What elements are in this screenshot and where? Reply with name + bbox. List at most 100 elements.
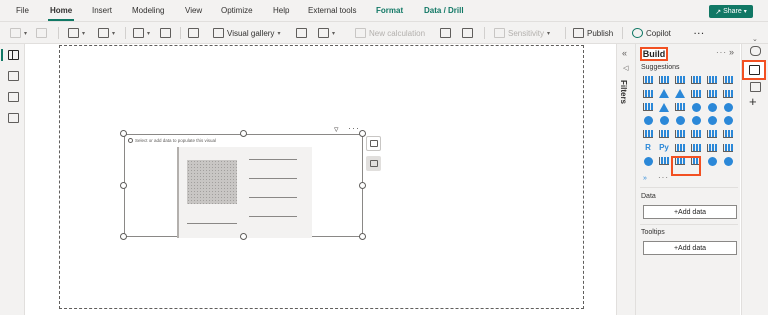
dataverse-button[interactable] (462, 26, 473, 40)
smart-narrative-icon[interactable] (721, 142, 735, 154)
paste-button[interactable]: ▾ (10, 26, 27, 40)
build-visual-float-button[interactable] (366, 136, 381, 151)
build-more-options[interactable]: ··· (716, 48, 727, 57)
recent-sources-button[interactable]: ▾ (98, 26, 115, 40)
multi-row-card-icon[interactable] (657, 128, 671, 140)
stacked-column-chart-icon[interactable] (657, 74, 671, 86)
report-view-icon[interactable] (8, 50, 19, 60)
map-icon[interactable] (641, 115, 655, 127)
text-box-button[interactable] (296, 26, 307, 40)
visual-gallery-button[interactable]: Visual gallery ▾ (213, 26, 280, 40)
transform-data-button[interactable]: ▾ (133, 26, 150, 40)
line-chart-icon[interactable] (641, 88, 655, 100)
line-stacked-column-chart-icon[interactable] (705, 88, 719, 100)
pie-chart-icon[interactable] (689, 101, 703, 113)
collapse-pane-icon[interactable]: » (729, 47, 734, 57)
resize-handle[interactable] (120, 130, 127, 137)
stacked-area-chart-icon[interactable] (673, 88, 687, 100)
resize-handle[interactable] (120, 233, 127, 240)
arcgis-map-icon[interactable] (705, 115, 719, 127)
resize-handle[interactable] (120, 182, 127, 189)
more-visuals-dots[interactable]: ··· (658, 173, 669, 182)
chevron-down-icon[interactable]: ⌄ (752, 35, 758, 43)
waterfall-chart-icon[interactable] (641, 101, 655, 113)
resize-handle[interactable] (240, 130, 247, 137)
clustered-column-chart-icon[interactable] (689, 74, 703, 86)
filled-map-icon[interactable] (657, 115, 671, 127)
refresh-button[interactable] (160, 26, 171, 40)
power-automate-icon[interactable] (721, 155, 735, 167)
clustered-bar-chart-icon[interactable] (673, 74, 687, 86)
menu-optimize[interactable]: Optimize (221, 6, 253, 15)
add-pane-icon[interactable]: + (749, 94, 757, 109)
more-visuals-button[interactable]: ▾ (318, 26, 335, 40)
menu-insert[interactable]: Insert (92, 6, 112, 15)
menu-file[interactable]: File (16, 6, 29, 15)
publish-button[interactable]: Publish (573, 26, 613, 40)
funnel-chart-icon[interactable] (657, 101, 671, 113)
menu-view[interactable]: View (185, 6, 202, 15)
shape-map-icon[interactable] (673, 115, 687, 127)
paginated-report-icon[interactable] (657, 155, 671, 167)
ribbon-more-button[interactable]: ··· (694, 26, 705, 40)
menu-external-tools[interactable]: External tools (308, 6, 356, 15)
model-view-icon[interactable] (8, 92, 19, 102)
collapse-icon[interactable]: « (622, 48, 627, 58)
format-pane-icon[interactable] (750, 82, 761, 92)
100-percent-bar-chart-icon[interactable] (705, 74, 719, 86)
sensitivity-button[interactable]: Sensitivity ▾ (494, 26, 550, 40)
slicer-icon[interactable] (689, 128, 703, 140)
stacked-bar-chart-icon[interactable] (641, 74, 655, 86)
share-button[interactable]: ↗ Share ▾ (709, 5, 753, 18)
visual-glyph (707, 130, 717, 138)
qna-icon[interactable] (705, 142, 719, 154)
format-visual-float-button[interactable] (366, 156, 381, 171)
format-painter-button[interactable] (36, 26, 47, 40)
table-icon[interactable] (705, 128, 719, 140)
more-visuals-icon[interactable]: » (643, 175, 647, 182)
100-percent-column-chart-icon[interactable] (721, 74, 735, 86)
python-visual-icon[interactable]: Py (657, 142, 671, 154)
gauge-icon[interactable] (721, 115, 735, 127)
resize-handle[interactable] (240, 233, 247, 240)
data-pane-icon[interactable] (750, 46, 761, 56)
menu-format[interactable]: Format (376, 6, 403, 15)
filters-pane-collapsed[interactable]: « ◁ Filters (616, 44, 635, 315)
trophy-icon[interactable] (641, 155, 655, 167)
visual-glyph (675, 130, 685, 138)
azure-map-icon[interactable] (689, 115, 703, 127)
menu-home[interactable]: Home (50, 6, 72, 15)
ribbon-chart-icon[interactable] (721, 88, 735, 100)
card-icon[interactable] (641, 128, 655, 140)
matrix-icon[interactable] (721, 128, 735, 140)
get-data-button[interactable]: ▾ (68, 26, 85, 40)
key-influencers-icon[interactable] (673, 142, 687, 154)
empty-visual[interactable]: Select or add data to populate this visu… (124, 134, 363, 238)
dax-query-view-icon[interactable] (8, 113, 19, 123)
treemap-icon[interactable] (721, 101, 735, 113)
donut-chart-icon[interactable] (705, 101, 719, 113)
copilot-button[interactable]: Copilot (632, 26, 671, 40)
resize-handle[interactable] (359, 182, 366, 189)
kpi-icon[interactable] (673, 128, 687, 140)
add-tooltip-data-button[interactable]: +Add data (643, 241, 737, 255)
menu-modeling[interactable]: Modeling (132, 6, 164, 15)
scatter-chart-icon[interactable] (673, 101, 687, 113)
enter-data-button[interactable] (440, 26, 451, 40)
menu-help[interactable]: Help (273, 6, 289, 15)
build-pane-toggle[interactable] (742, 60, 766, 80)
power-apps-icon[interactable] (705, 155, 719, 167)
visual-filter-icon[interactable]: ▿ (334, 124, 339, 135)
resize-handle[interactable] (359, 130, 366, 137)
visual-more-options[interactable]: ··· (348, 123, 360, 133)
line-column-chart-icon[interactable] (689, 88, 703, 100)
decomposition-tree-icon[interactable] (689, 142, 703, 154)
table-view-icon[interactable] (8, 71, 19, 81)
resize-handle[interactable] (359, 233, 366, 240)
r-visual-icon[interactable]: R (641, 142, 655, 154)
add-data-button[interactable]: +Add data (643, 205, 737, 219)
area-chart-icon[interactable] (657, 88, 671, 100)
menu-data-drill[interactable]: Data / Drill (424, 6, 464, 15)
new-visual-button[interactable] (188, 26, 199, 40)
new-calculation-button[interactable]: New calculation (355, 26, 425, 40)
